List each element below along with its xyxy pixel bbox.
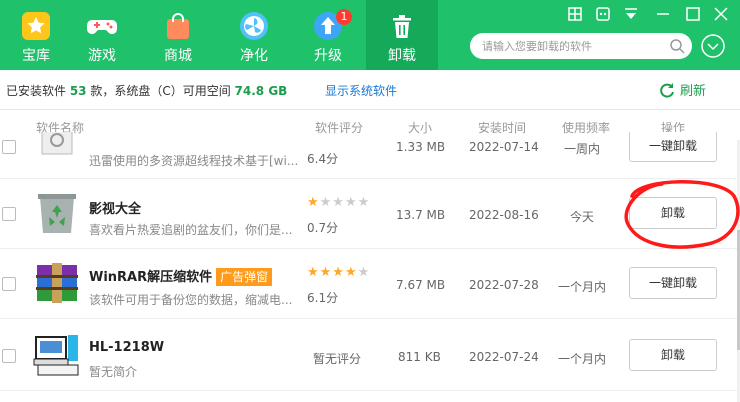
table-row: 影视大全 喜欢看片热爱追剧的盆友们，你们是... ★★★★★ 0.7分 13.7… — [0, 179, 740, 249]
app-icon-printer — [33, 335, 79, 376]
app-name: HL-1218W — [89, 340, 165, 355]
tab-games[interactable]: 游戏 — [66, 0, 138, 70]
refresh-label: 刷新 — [680, 84, 707, 99]
app-description: 该软件可用于备份您的数据，缩减电... — [89, 293, 293, 307]
app-icon-xunlei — [41, 132, 73, 155]
software-list: 迅雷使用的多资源超线程技术基于[wi... 6.4分 1.33 MB 2022-… — [0, 132, 740, 402]
search-icon[interactable] — [668, 37, 686, 55]
installed-count: 53 — [69, 84, 87, 98]
info-mid: 款，系统盘（C）可用空间 — [86, 84, 235, 98]
top-toolbar: 宝库 游戏 商城 净化 1 升级 卸载 请输入您要卸载的软件 — [0, 0, 740, 70]
app-frequency: 一周内 — [564, 142, 601, 156]
download-icon[interactable] — [700, 33, 726, 59]
shopping-bag-icon — [167, 13, 189, 39]
app-name-text: WinRAR解压缩软件 — [89, 270, 213, 285]
app-icon-recycle — [38, 194, 76, 233]
uninstall-button[interactable]: 卸载 — [629, 339, 717, 371]
row-checkbox[interactable] — [2, 140, 16, 154]
gamepad-icon — [87, 20, 117, 34]
tab-purify-label: 净化 — [240, 48, 268, 64]
skin-icon[interactable] — [594, 5, 612, 23]
search-input[interactable]: 请输入您要卸载的软件 — [470, 33, 692, 59]
uninstall-button[interactable]: 一键卸载 — [629, 132, 717, 162]
app-frequency: 一个月内 — [558, 352, 607, 366]
info-prefix: 已安装软件 — [6, 84, 70, 98]
app-score: 6.1分 — [307, 291, 339, 305]
app-install-date: 2022-07-14 — [469, 140, 539, 154]
app-name: 影视大全 — [89, 202, 142, 217]
tab-upgrade[interactable]: 1 升级 — [292, 0, 364, 70]
minimize-icon[interactable] — [654, 5, 672, 23]
app-icon-winrar — [36, 263, 78, 303]
refresh-button[interactable]: 刷新 — [658, 80, 706, 99]
tab-store[interactable]: 商城 — [142, 0, 214, 70]
free-space: 74.8 GB — [234, 84, 288, 98]
row-checkbox[interactable] — [2, 277, 16, 291]
app-description: 喜欢看片热爱追剧的盆友们，你们是... — [89, 223, 293, 237]
tab-games-label: 游戏 — [88, 48, 116, 64]
uninstall-button[interactable]: 卸载 — [629, 197, 717, 229]
grid-menu-icon[interactable] — [566, 5, 584, 23]
tab-purify[interactable]: 净化 — [218, 0, 290, 70]
app-size: 7.67 MB — [396, 278, 446, 292]
info-bar: 已安装软件 53 款，系统盘（C）可用空间 74.8 GB 显示系统软件 刷新 — [0, 70, 740, 110]
search-placeholder: 请输入您要卸载的软件 — [482, 40, 592, 53]
refresh-icon — [660, 83, 674, 98]
tab-uninstall-label: 卸载 — [388, 48, 416, 64]
trash-icon — [393, 15, 411, 38]
app-score: 暂无评分 — [313, 352, 362, 366]
app-size: 811 KB — [398, 350, 441, 364]
maximize-icon[interactable] — [684, 5, 702, 23]
show-system-software-link[interactable]: 显示系统软件 — [325, 82, 397, 99]
disk-info: 已安装软件 53 款，系统盘（C）可用空间 74.8 GB — [6, 82, 287, 99]
table-row: WinRAR解压缩软件 广告弹窗 该软件可用于备份您的数据，缩减电... ★★★★… — [0, 249, 740, 319]
row-checkbox[interactable] — [2, 207, 16, 221]
app-install-date: 2022-07-28 — [469, 278, 539, 292]
app-score: 0.7分 — [307, 221, 339, 235]
uninstall-button[interactable]: 一键卸载 — [629, 267, 717, 299]
app-stars: ★★★★★ — [307, 195, 371, 210]
ad-popup-tag: 广告弹窗 — [216, 268, 273, 286]
app-description: 暂无简介 — [89, 365, 138, 379]
row-checkbox[interactable] — [2, 349, 16, 363]
upgrade-badge: 1 — [336, 9, 352, 25]
tab-uninstall[interactable]: 卸载 — [366, 0, 438, 70]
tab-treasure[interactable]: 宝库 — [0, 0, 72, 70]
app-size: 1.33 MB — [396, 140, 446, 154]
app-frequency: 一个月内 — [558, 280, 607, 294]
app-stars: ★★★★★ — [307, 265, 371, 280]
close-icon[interactable] — [712, 5, 730, 23]
tab-store-label: 商城 — [164, 48, 192, 64]
dropdown-menu-icon[interactable] — [622, 5, 640, 23]
table-row: 迅雷使用的多资源超线程技术基于[wi... 6.4分 1.33 MB 2022-… — [0, 132, 740, 179]
purify-fan-icon — [240, 12, 268, 40]
app-description: 迅雷使用的多资源超线程技术基于[wi... — [89, 154, 299, 168]
app-install-date: 2022-07-24 — [469, 350, 539, 364]
treasure-star-icon — [22, 12, 50, 40]
app-size: 13.7 MB — [396, 208, 446, 222]
app-install-date: 2022-08-16 — [469, 208, 539, 222]
tab-upgrade-label: 升级 — [314, 48, 342, 64]
app-frequency: 今天 — [570, 210, 595, 224]
app-name: WinRAR解压缩软件 广告弹窗 — [89, 266, 273, 286]
tab-treasure-label: 宝库 — [22, 48, 50, 64]
table-row: HL-1218W 暂无简介 暂无评分 811 KB 2022-07-24 一个月… — [0, 319, 740, 391]
app-score: 6.4分 — [307, 152, 339, 166]
